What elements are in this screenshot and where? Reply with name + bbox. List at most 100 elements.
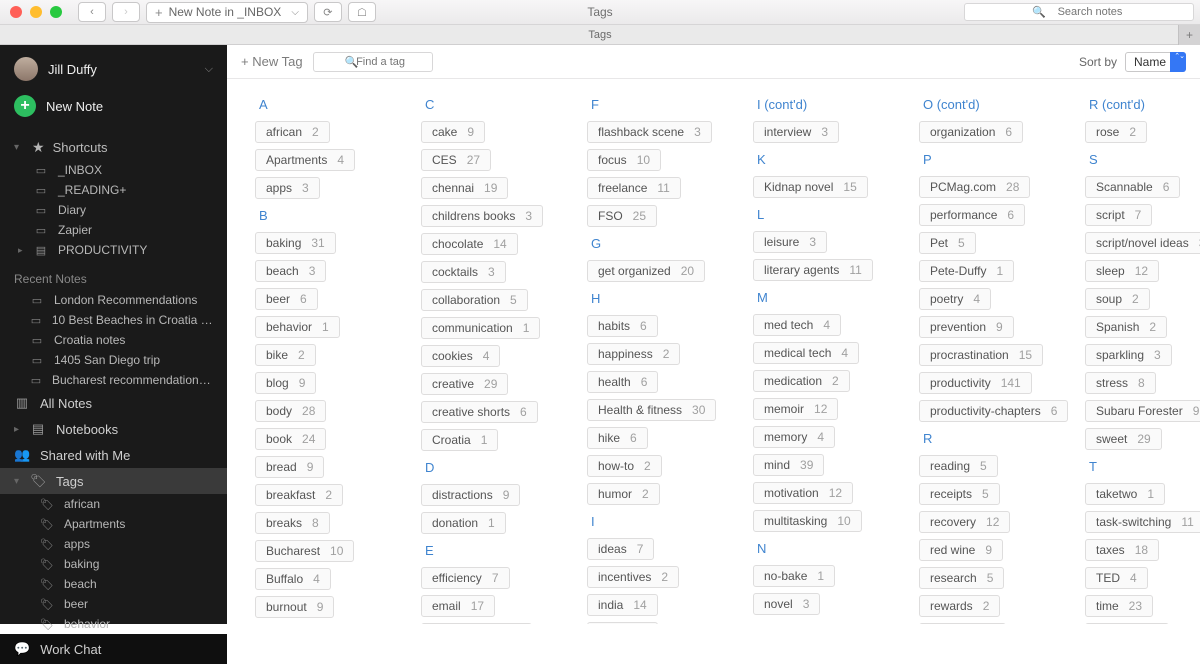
- tag-pill[interactable]: burnout9: [255, 596, 334, 618]
- tag-pill[interactable]: Health & fitness30: [587, 399, 716, 421]
- tag-pill[interactable]: chennai19: [421, 177, 508, 199]
- tag-pill[interactable]: research5: [919, 567, 1004, 589]
- tag-pill[interactable]: blog9: [255, 372, 316, 394]
- sidebar-item-all-notes[interactable]: ▥ All Notes: [0, 390, 227, 416]
- tag-pill[interactable]: mind39: [753, 454, 824, 476]
- tag-pill[interactable]: Pet5: [919, 232, 976, 254]
- tag-pill[interactable]: no-bake1: [753, 565, 835, 587]
- sidebar-tag-item[interactable]: 🏷behavior: [0, 614, 227, 634]
- tag-pill[interactable]: Spanish2: [1085, 316, 1167, 338]
- tag-pill[interactable]: cookies4: [421, 345, 500, 367]
- recent-note-item[interactable]: ▭Croatia notes: [0, 330, 227, 350]
- tag-pill[interactable]: humor2: [587, 483, 660, 505]
- tag-pill[interactable]: book24: [255, 428, 326, 450]
- tag-pill[interactable]: communication1: [421, 317, 540, 339]
- tag-pill[interactable]: leisure3: [753, 231, 827, 253]
- tag-pill[interactable]: apps3: [255, 177, 320, 199]
- tag-pill[interactable]: procrastination15: [919, 344, 1043, 366]
- tag-pill[interactable]: taketwo1: [1085, 483, 1165, 505]
- tag-pill[interactable]: Kidnap novel15: [753, 176, 868, 198]
- tag-pill[interactable]: medical tech4: [753, 342, 859, 364]
- tag-pill[interactable]: sweet29: [1085, 428, 1162, 450]
- tag-pill[interactable]: recovery12: [919, 511, 1010, 533]
- tag-pill[interactable]: interview3: [753, 121, 839, 143]
- tag-pill[interactable]: collaboration5: [421, 289, 528, 311]
- tag-pill[interactable]: behavior1: [255, 316, 340, 338]
- tag-pill[interactable]: childrens books3: [421, 205, 543, 227]
- tag-pill[interactable]: organization6: [919, 121, 1023, 143]
- tag-pill[interactable]: CES27: [421, 149, 491, 171]
- recent-note-item[interactable]: ▭1405 San Diego trip: [0, 350, 227, 370]
- tag-pill[interactable]: Bucharest10: [255, 540, 354, 562]
- recent-note-item[interactable]: ▭10 Best Beaches in Croatia for Fa...: [0, 310, 227, 330]
- tag-pill[interactable]: get organized20: [587, 260, 705, 282]
- tag-pill[interactable]: sparkling3: [1085, 344, 1172, 366]
- tag-pill[interactable]: task-switching11: [1085, 511, 1200, 533]
- tag-pill[interactable]: focus10: [587, 149, 661, 171]
- new-tag-button[interactable]: + New Tag: [241, 54, 303, 69]
- tag-pill[interactable]: freelance11: [587, 177, 681, 199]
- tag-pill[interactable]: breakfast2: [255, 484, 343, 506]
- tag-pill[interactable]: distractions9: [421, 484, 520, 506]
- tag-pill[interactable]: performance6: [919, 204, 1025, 226]
- tag-pill[interactable]: breaks8: [255, 512, 330, 534]
- activity-button[interactable]: ☖: [348, 2, 376, 22]
- tag-pill[interactable]: med tech4: [753, 314, 841, 336]
- sync-button[interactable]: ⟳: [314, 2, 342, 22]
- tag-pill[interactable]: habits6: [587, 315, 658, 337]
- shortcuts-header[interactable]: ▾ ★ Shortcuts: [0, 135, 227, 160]
- tag-pill[interactable]: memory4: [753, 426, 835, 448]
- tag-pill[interactable]: reading5: [919, 455, 998, 477]
- tag-pill[interactable]: Croatia1: [421, 429, 498, 451]
- tab-tags[interactable]: Tags: [588, 29, 611, 41]
- sidebar-tag-item[interactable]: 🏷Apartments: [0, 514, 227, 534]
- tag-pill[interactable]: creative29: [421, 373, 508, 395]
- shortcut-item[interactable]: ▭Diary: [0, 200, 227, 220]
- shortcut-folder-productivity[interactable]: ▤ PRODUCTIVITY: [0, 240, 227, 260]
- recent-note-item[interactable]: ▭Bucharest recommendations for v...: [0, 370, 227, 390]
- sidebar-tag-item[interactable]: 🏷beach: [0, 574, 227, 594]
- tag-pill[interactable]: productivity141: [919, 372, 1032, 394]
- tag-pill[interactable]: FSO25: [587, 205, 657, 227]
- recent-note-item[interactable]: ▭London Recommendations: [0, 290, 227, 310]
- tag-pill[interactable]: Scannable6: [1085, 176, 1180, 198]
- tag-pill[interactable]: hike6: [587, 427, 648, 449]
- shortcut-item[interactable]: ▭_READING+: [0, 180, 227, 200]
- minimize-icon[interactable]: [30, 6, 42, 18]
- tag-pill[interactable]: body28: [255, 400, 326, 422]
- tag-pill[interactable]: rewards2: [919, 595, 1000, 617]
- tag-pill[interactable]: african2: [255, 121, 330, 143]
- tag-pill[interactable]: beer6: [255, 288, 318, 310]
- new-note-button[interactable]: + New Note: [0, 87, 227, 131]
- tag-pill[interactable]: happiness2: [587, 343, 680, 365]
- tag-pill[interactable]: health6: [587, 371, 658, 393]
- sidebar-item-tags[interactable]: ▾ 🏷 Tags: [0, 468, 227, 494]
- tag-pill[interactable]: PCMag.com28: [919, 176, 1030, 198]
- zoom-icon[interactable]: [50, 6, 62, 18]
- tag-pill[interactable]: soup2: [1085, 288, 1150, 310]
- sidebar-tag-item[interactable]: 🏷beer: [0, 594, 227, 614]
- tag-pill[interactable]: literary agents11: [753, 259, 873, 281]
- tag-pill[interactable]: Pete-Duffy1: [919, 260, 1014, 282]
- tag-pill[interactable]: stress8: [1085, 372, 1156, 394]
- sidebar-item-workchat[interactable]: 💬 Work Chat: [0, 634, 227, 664]
- tag-pill[interactable]: sleep12: [1085, 260, 1159, 282]
- tag-pill[interactable]: TED4: [1085, 567, 1148, 589]
- tag-pill[interactable]: donation1: [421, 512, 506, 534]
- tag-pill[interactable]: ideas7: [587, 538, 654, 560]
- tag-pill[interactable]: Subaru Forester9: [1085, 400, 1200, 422]
- account-switcher[interactable]: Jill Duffy ⌵: [0, 45, 227, 87]
- close-icon[interactable]: [10, 6, 22, 18]
- new-note-in-dropdown[interactable]: + New Note in _INBOX ⌵: [146, 2, 308, 23]
- sidebar-item-shared[interactable]: 👥 Shared with Me: [0, 442, 227, 468]
- sidebar-tag-item[interactable]: 🏷apps: [0, 534, 227, 554]
- tag-pill[interactable]: how-to2: [587, 455, 662, 477]
- tag-pill[interactable]: script7: [1085, 204, 1152, 226]
- sidebar-tag-item[interactable]: 🏷african: [0, 494, 227, 514]
- tag-pill[interactable]: productivity-chapters6: [919, 400, 1068, 422]
- tag-pill[interactable]: cocktails3: [421, 261, 506, 283]
- new-tab-button[interactable]: +: [1178, 25, 1200, 45]
- tag-pill[interactable]: multitasking10: [753, 510, 862, 532]
- tag-pill[interactable]: Apartments4: [255, 149, 355, 171]
- tag-pill[interactable]: prevention9: [919, 316, 1014, 338]
